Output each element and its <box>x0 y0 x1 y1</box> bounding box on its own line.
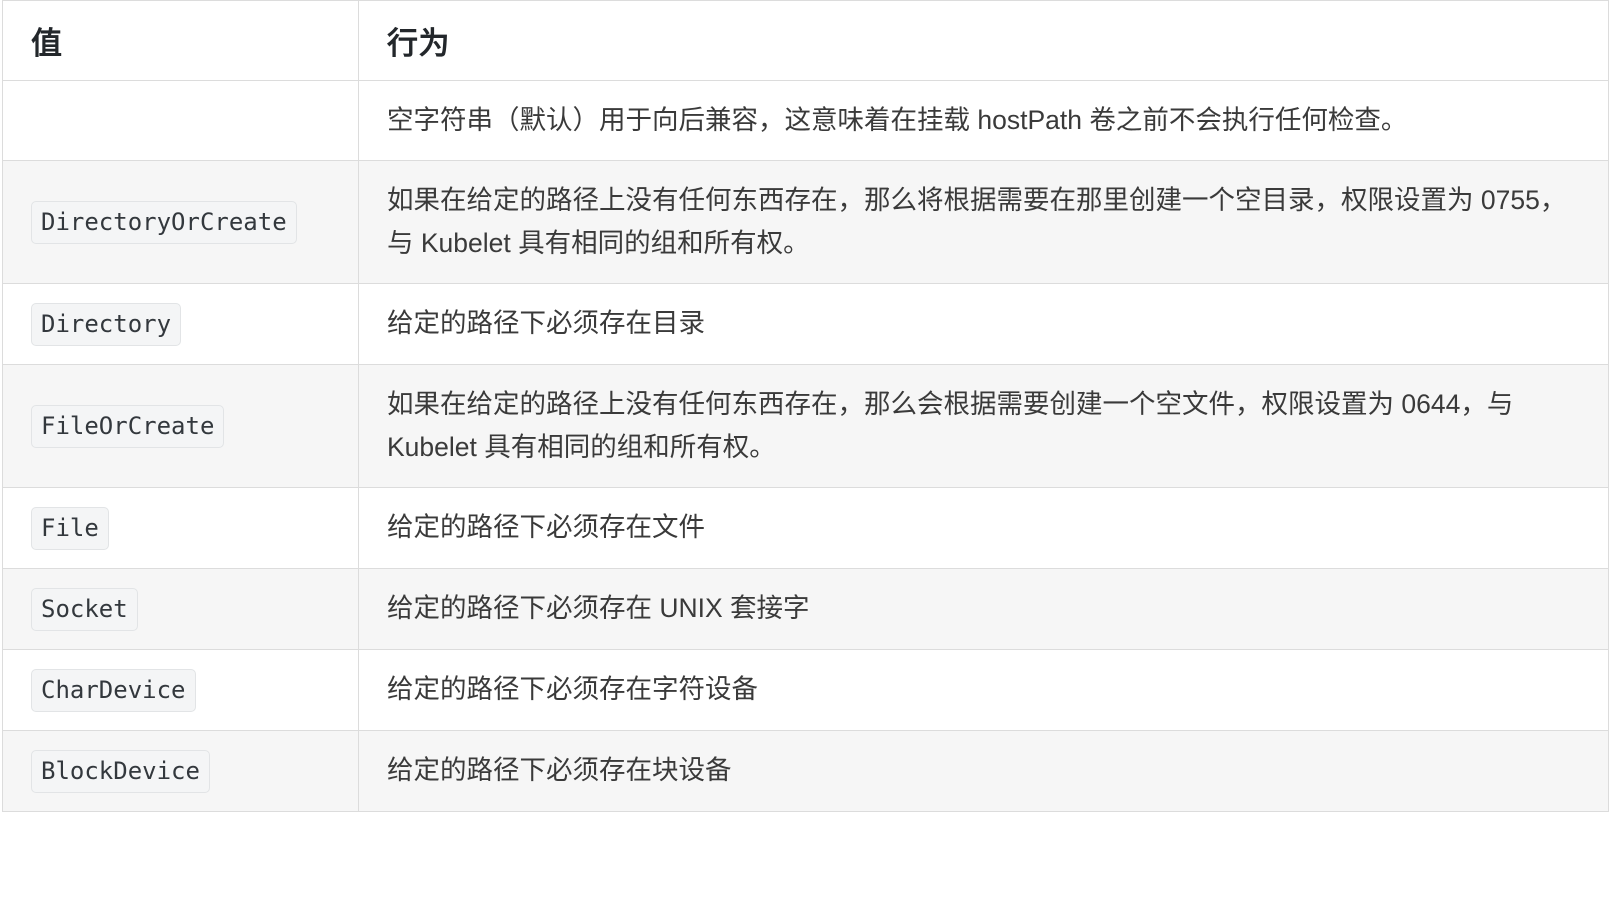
behavior-description: 给定的路径下必须存在块设备 <box>387 755 732 786</box>
behavior-description: 空字符串（默认）用于向后兼容，这意味着在挂载 hostPath 卷之前不会执行任… <box>387 105 1408 135</box>
cell-behavior: 给定的路径下必须存在文件 <box>358 486 1609 569</box>
behavior-description: 给定的路径下必须存在目录 <box>387 308 705 339</box>
table-row: Directory 给定的路径下必须存在目录 <box>2 282 1609 365</box>
cell-value: CharDevice <box>2 648 359 731</box>
table-row: BlockDevice 给定的路径下必须存在块设备 <box>2 729 1609 812</box>
hostpath-types-table-container: 值 行为 空字符串（默认）用于向后兼容，这意味着在挂载 hostPath 卷之前… <box>0 0 1617 903</box>
cell-value: DirectoryOrCreate <box>2 159 359 284</box>
table-body: 空字符串（默认）用于向后兼容，这意味着在挂载 hostPath 卷之前不会执行任… <box>2 80 1609 812</box>
cell-behavior: 给定的路径下必须存在字符设备 <box>358 648 1609 731</box>
hostpath-type-code-badge: BlockDevice <box>31 749 210 793</box>
cell-value: FileOrCreate <box>2 363 359 488</box>
hostpath-types-table: 值 行为 空字符串（默认）用于向后兼容，这意味着在挂载 hostPath 卷之前… <box>2 0 1609 812</box>
behavior-description: 给定的路径下必须存在文件 <box>387 512 705 543</box>
table-row: 空字符串（默认）用于向后兼容，这意味着在挂载 hostPath 卷之前不会执行任… <box>2 80 1609 161</box>
table-row: DirectoryOrCreate 如果在给定的路径上没有任何东西存在，那么将根据… <box>2 159 1609 284</box>
hostpath-type-code-badge: DirectoryOrCreate <box>31 200 297 244</box>
cell-value: File <box>2 486 359 569</box>
behavior-description: 给定的路径下必须存在 UNIX 套接字 <box>387 593 810 624</box>
hostpath-type-code-badge: Directory <box>31 302 182 346</box>
column-header-behavior: 行为 <box>358 0 1609 81</box>
cell-behavior: 给定的路径下必须存在目录 <box>358 282 1609 365</box>
behavior-description: 给定的路径下必须存在字符设备 <box>387 674 758 705</box>
cell-behavior: 如果在给定的路径上没有任何东西存在，那么会根据需要创建一个空文件，权限设置为 0… <box>358 363 1609 488</box>
cell-value: Socket <box>2 567 359 650</box>
hostpath-type-code-badge: Socket <box>31 587 138 631</box>
column-header-value: 值 <box>2 0 359 81</box>
table-row: Socket 给定的路径下必须存在 UNIX 套接字 <box>2 567 1609 650</box>
behavior-description: 如果在给定的路径上没有任何东西存在，那么会根据需要创建一个空文件，权限设置为 0… <box>387 388 1514 462</box>
cell-value: Directory <box>2 282 359 365</box>
table-row: CharDevice 给定的路径下必须存在字符设备 <box>2 648 1609 731</box>
cell-behavior: 给定的路径下必须存在块设备 <box>358 729 1609 812</box>
hostpath-type-code-badge: FileOrCreate <box>31 404 225 448</box>
table-header: 值 行为 <box>2 0 1609 81</box>
table-header-row: 值 行为 <box>2 0 1609 81</box>
table-row: File 给定的路径下必须存在文件 <box>2 486 1609 569</box>
cell-behavior: 空字符串（默认）用于向后兼容，这意味着在挂载 hostPath 卷之前不会执行任… <box>358 80 1609 161</box>
hostpath-type-code-badge: File <box>31 506 109 550</box>
cell-behavior: 给定的路径下必须存在 UNIX 套接字 <box>358 567 1609 650</box>
cell-value: BlockDevice <box>2 729 359 812</box>
behavior-description: 如果在给定的路径上没有任何东西存在，那么将根据需要在那里创建一个空目录，权限设置… <box>387 184 1567 258</box>
cell-behavior: 如果在给定的路径上没有任何东西存在，那么将根据需要在那里创建一个空目录，权限设置… <box>358 159 1609 284</box>
hostpath-type-code-badge: CharDevice <box>31 668 196 712</box>
cell-value <box>2 80 359 161</box>
table-row: FileOrCreate 如果在给定的路径上没有任何东西存在，那么会根据需要创建一… <box>2 363 1609 488</box>
